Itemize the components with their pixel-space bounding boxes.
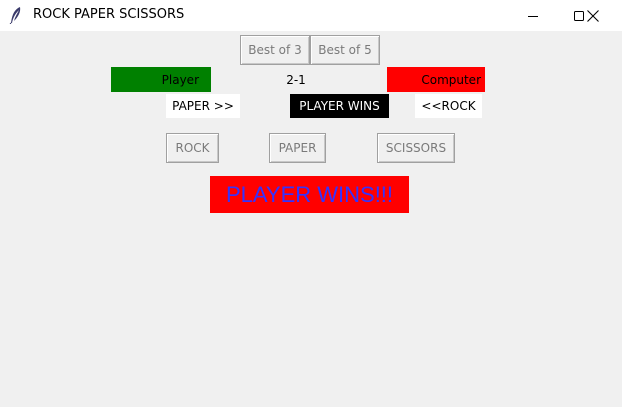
paper-button[interactable]: PAPER	[269, 133, 326, 163]
window-title: ROCK PAPER SCISSORS	[33, 7, 185, 22]
player-label: Player	[111, 67, 211, 92]
player-choice-label: PAPER >>	[166, 94, 240, 118]
score-display: 2-1	[286, 72, 306, 87]
scissors-button[interactable]: SCISSORS	[377, 133, 455, 163]
computer-choice-label: <<ROCK	[415, 94, 482, 118]
best-of-5-button[interactable]: Best of 5	[310, 35, 380, 65]
rock-button[interactable]: ROCK	[166, 133, 219, 163]
close-button[interactable]	[570, 0, 616, 31]
final-result-banner: PLAYER WINS!!!	[210, 176, 409, 213]
title-bar[interactable]: ROCK PAPER SCISSORS	[0, 0, 622, 31]
round-result-label: PLAYER WINS	[290, 94, 389, 118]
app-window: ROCK PAPER SCISSORS Best of 3 Best of 5 …	[0, 0, 622, 407]
computer-label: Computer	[387, 67, 485, 92]
minimize-area	[511, 0, 557, 31]
best-of-3-button[interactable]: Best of 3	[240, 35, 310, 65]
close-icon	[587, 9, 599, 22]
feather-icon	[9, 6, 23, 25]
